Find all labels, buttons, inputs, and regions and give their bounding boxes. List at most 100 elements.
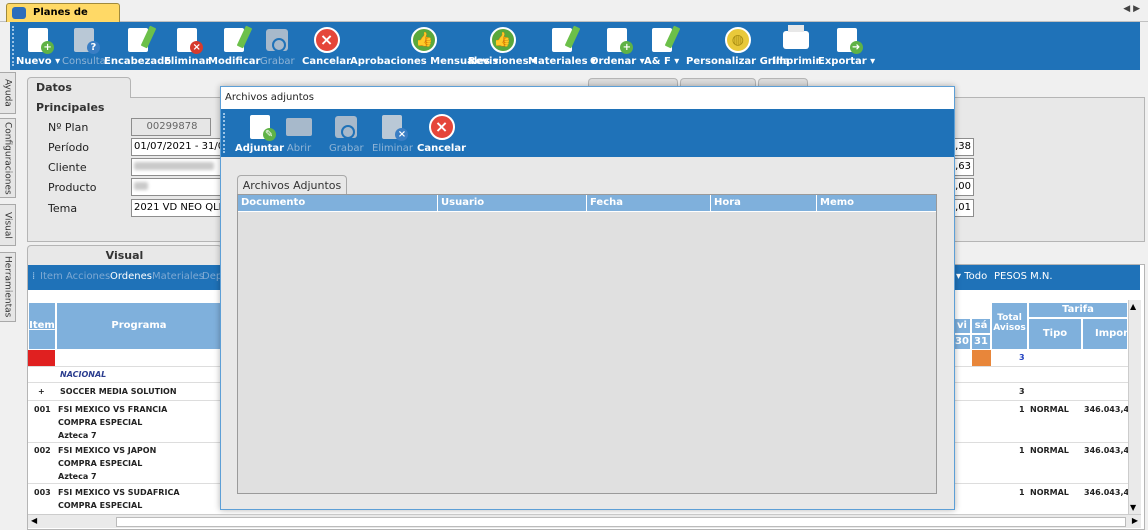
col-total-avisos[interactable]: Total Avisos [991, 302, 1028, 350]
nacional-label: NACIONAL [60, 370, 107, 379]
weekend-marker [972, 350, 991, 366]
subbar-item[interactable]: Item [40, 271, 63, 282]
vertical-scrollbar[interactable]: ▲ ▼ [1128, 300, 1141, 514]
modificar-button[interactable]: Modificar [208, 22, 260, 70]
sidetab-ayuda[interactable]: Ayuda [0, 72, 16, 114]
subbar-ordenes[interactable]: Ordenes [110, 271, 152, 282]
row-1-total: 1 [1019, 405, 1025, 414]
adjuntar-button[interactable]: ✎ Adjuntar [235, 109, 284, 157]
encabezado-button[interactable]: Encabezado [104, 22, 171, 70]
col-day-30: 30 [953, 334, 971, 350]
col-programa[interactable]: Programa [56, 302, 222, 350]
toolbar-grip[interactable] [12, 26, 14, 66]
total-top: 3 [1019, 353, 1025, 362]
open-folder-icon [286, 118, 312, 136]
new-document-icon: + [28, 28, 55, 54]
archivos-adjuntos-dialog: Archivos adjuntos ✎ Adjuntar Abrir Graba… [220, 86, 955, 510]
col-fecha[interactable]: Fecha [587, 195, 711, 212]
row-1-line-2: COMPRA ESPECIAL [58, 418, 143, 427]
revisiones-button[interactable]: 👍 Revisiones ▾ [468, 22, 537, 70]
subbar-acciones[interactable]: Acciones [66, 271, 110, 282]
sidetab-visual[interactable]: Visual [0, 204, 16, 246]
abrir-button[interactable]: Abrir [285, 109, 313, 157]
row-2-total: 1 [1019, 446, 1025, 455]
imprimir-button[interactable]: Imprimir [772, 22, 820, 70]
periodo-field[interactable]: 01/07/2021 - 31/07/ [131, 138, 223, 156]
producto-label: Producto [48, 181, 97, 194]
col-tipo[interactable]: Tipo [1028, 318, 1082, 350]
subbar-moneda[interactable]: PESOS M.N. [994, 271, 1053, 282]
row-marker [28, 350, 55, 366]
col-memo[interactable]: Memo [817, 195, 936, 212]
thumbs-up-icon: 👍 [411, 27, 438, 53]
export-icon: ➜ [836, 28, 863, 54]
cancel-icon: × [428, 114, 455, 140]
row-1-line-1: FSI MEXICO VS FRANCIA [58, 405, 168, 414]
printer-icon [783, 25, 810, 49]
plan-field[interactable]: 00299878 [131, 118, 211, 136]
col-importe[interactable]: Importe [1082, 318, 1140, 350]
col-item[interactable]: Item [28, 302, 56, 350]
materiales-button[interactable]: Materiales ▾ [528, 22, 596, 70]
dialog-title: Archivos adjuntos [221, 87, 954, 109]
grabar-button[interactable]: Grabar [260, 22, 295, 70]
ayf-button[interactable]: A& F ▾ [644, 22, 680, 70]
tab-datos-principales[interactable]: Datos Principales [27, 77, 131, 114]
row-2-line-3: Azteca 7 [58, 472, 97, 481]
tab-archivos-adjuntos[interactable]: Archivos Adjuntos [237, 175, 347, 195]
sidetab-configuraciones[interactable]: Configuraciones [0, 118, 16, 198]
col-usuario[interactable]: Usuario [438, 195, 587, 212]
scroll-down-icon[interactable]: ▼ [1130, 503, 1136, 512]
row-3-line-1: FSI MEXICO VS SUDAFRICA [58, 488, 180, 497]
row-3-item[interactable]: 003 [34, 488, 51, 497]
attachments-grid[interactable]: Documento Usuario Fecha Hora Memo [237, 194, 937, 494]
consulta-button[interactable]: ? Consulta [62, 22, 106, 70]
grid-customize-icon: ◍ [724, 27, 751, 53]
tab-planes-de-medios[interactable]: Planes de Medios [6, 3, 120, 35]
tema-field[interactable]: 2021 VD NEO QLED [131, 199, 223, 217]
producto-field[interactable] [131, 178, 223, 196]
order-icon: + [607, 28, 634, 54]
row-3-tipo: NORMAL [1030, 488, 1069, 497]
tab-visual[interactable]: Visual [27, 245, 222, 265]
cliente-field[interactable] [131, 158, 223, 176]
subbar-materiales[interactable]: Materiales [152, 271, 204, 282]
row-3-line-2: COMPRA ESPECIAL [58, 501, 143, 510]
attach-document-icon: ✎ [249, 115, 276, 141]
tab-scroll-arrows[interactable]: ◀ ▶ [1123, 4, 1140, 14]
row-1-tipo: NORMAL [1030, 405, 1069, 414]
col-hora[interactable]: Hora [711, 195, 817, 212]
delete-document-icon: × [177, 28, 204, 54]
sidetab-herramientas[interactable]: Herramientas [0, 252, 16, 322]
nuevo-button[interactable]: + Nuevo ▾ [16, 22, 60, 70]
row-3-total: 1 [1019, 488, 1025, 497]
group-expander[interactable]: + [38, 387, 45, 396]
dialog-grabar-button[interactable]: Grabar [329, 109, 364, 157]
row-1-item[interactable]: 001 [34, 405, 51, 414]
scroll-left-icon[interactable]: ◀ [31, 516, 37, 525]
row-2-item[interactable]: 002 [34, 446, 51, 455]
exportar-button[interactable]: ➜ Exportar ▾ [818, 22, 875, 70]
dialog-cancelar-button[interactable]: × Cancelar [417, 109, 466, 157]
scroll-thumb[interactable] [116, 517, 1126, 527]
dialog-toolbar: ✎ Adjuntar Abrir Grabar × Eliminar × Can… [221, 109, 954, 157]
cancelar-button[interactable]: × Cancelar [302, 22, 351, 70]
delete-attachment-icon: × [382, 115, 409, 141]
edit-header-icon [127, 25, 156, 52]
dialog-toolbar-grip[interactable] [223, 113, 225, 153]
dialog-eliminar-button[interactable]: × Eliminar [372, 109, 413, 157]
subbar-todo[interactable]: ▾ Todo [956, 271, 987, 282]
horizontal-scrollbar[interactable]: ◀ ▶ [28, 514, 1141, 528]
save-icon [335, 116, 358, 139]
ordenar-button[interactable]: + Ordenar ▾ [590, 22, 645, 70]
col-tarifa: Tarifa [1028, 302, 1128, 318]
periodo-label: Período [48, 141, 90, 154]
scroll-right-icon[interactable]: ▶ [1132, 516, 1138, 525]
row-1-line-3: Azteca 7 [58, 431, 97, 440]
scroll-up-icon[interactable]: ▲ [1130, 302, 1136, 311]
col-documento[interactable]: Documento [238, 195, 438, 212]
eliminar-button[interactable]: × Eliminar [164, 22, 210, 70]
row-2-tipo: NORMAL [1030, 446, 1069, 455]
app-icon [12, 7, 26, 19]
cancel-icon: × [313, 27, 340, 53]
